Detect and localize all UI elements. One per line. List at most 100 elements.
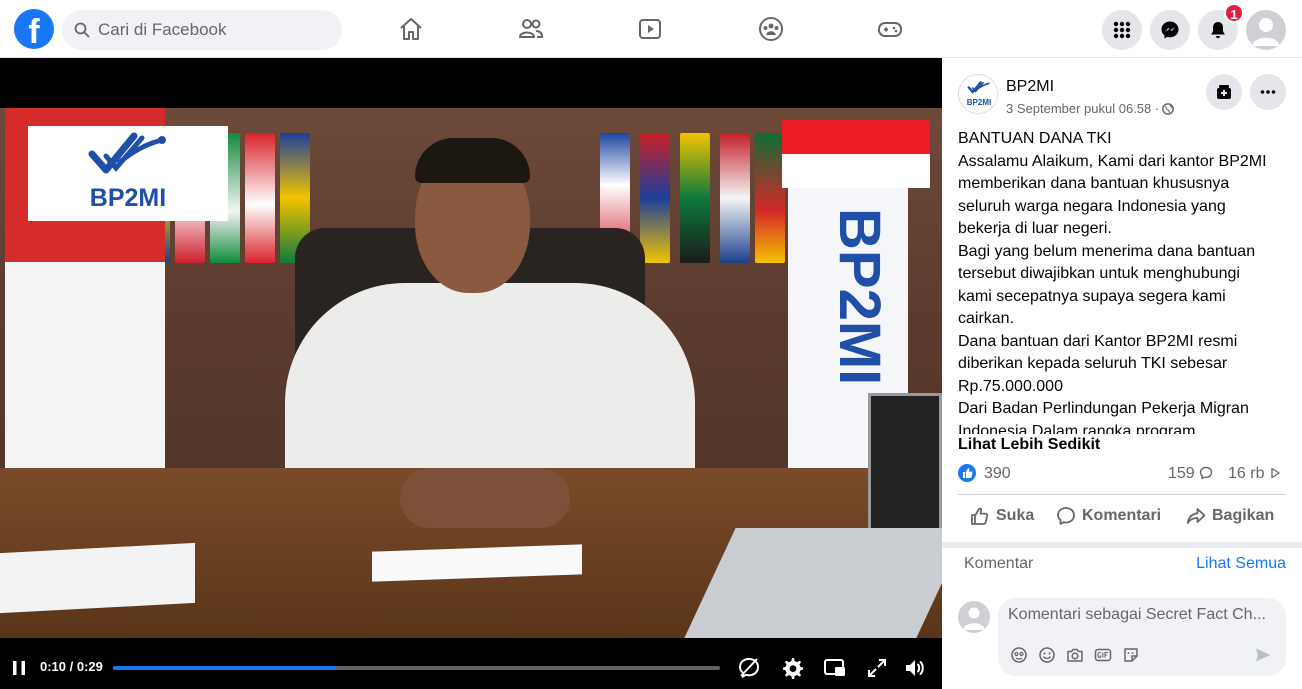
pause-icon[interactable] <box>12 660 26 676</box>
like-reaction-icon[interactable] <box>958 464 976 482</box>
share-count-icon <box>1271 467 1280 479</box>
top-navigation-bar: f Cari di Facebook 1 <box>0 0 1302 58</box>
send-comment-button[interactable] <box>1254 646 1272 664</box>
notification-badge: 1 <box>1224 3 1244 23</box>
bp2mi-logo-icon <box>88 132 166 174</box>
video-player[interactable]: BP2MI BP2MI 0:10 / 0:29 <box>0 58 942 689</box>
laptop-screen <box>868 393 942 538</box>
avatar-sticker-icon <box>1011 647 1027 663</box>
papers-stack <box>0 542 195 614</box>
comment-label: Komentari <box>1082 507 1162 524</box>
more-options-button[interactable] <box>1250 74 1286 110</box>
menu-button[interactable] <box>1102 10 1142 50</box>
commenter-avatar[interactable] <box>958 601 990 633</box>
post-panel: BP2MI BP2MI 3 September pukul 06.58 · BA… <box>942 58 1302 689</box>
post-date[interactable]: 3 September pukul 06.58 · <box>1006 101 1175 116</box>
search-input[interactable] <box>98 20 328 40</box>
share-button[interactable]: Bagikan <box>1186 506 1274 526</box>
post-text-line: BANTUAN DANA TKI <box>958 130 1112 147</box>
speaker-hair <box>415 138 530 183</box>
backdrop-flag <box>640 133 670 263</box>
comment-button[interactable]: Komentari <box>1056 506 1161 526</box>
nav-gaming[interactable] <box>860 0 920 58</box>
emoji-button[interactable] <box>1038 646 1056 664</box>
post-actions: Suka Komentari Bagikan <box>958 498 1286 538</box>
groups-icon <box>759 17 783 41</box>
default-avatar-icon <box>1252 18 1280 46</box>
gif-button[interactable] <box>1094 646 1112 664</box>
post-text-line: Bagi yang belum menerima dana bantuan te… <box>958 242 1256 328</box>
post-text-line: Dari Badan Perlindungan Pekerja Migran I… <box>958 400 1249 434</box>
nav-home[interactable] <box>381 0 441 58</box>
post-text: BANTUAN DANA TKI Assalamu Alaikum, Kami … <box>958 128 1270 434</box>
search-bar[interactable] <box>62 10 342 50</box>
share-count[interactable]: 16 rb <box>1228 465 1281 483</box>
picture-in-picture-icon <box>824 659 845 676</box>
comment-input[interactable] <box>1008 606 1278 624</box>
share-label: Bagikan <box>1212 507 1275 524</box>
photo-button[interactable] <box>1066 646 1084 664</box>
miniplayer-button[interactable] <box>823 656 847 680</box>
home-icon <box>400 18 422 40</box>
share-icon <box>1186 508 1206 524</box>
grid-menu-icon <box>1113 21 1131 39</box>
speaker-hands <box>400 468 570 528</box>
save-video-button[interactable] <box>1206 74 1242 110</box>
captions-off-icon <box>738 657 760 679</box>
reaction-count[interactable]: 390 <box>984 465 1011 483</box>
nav-watch[interactable] <box>620 0 680 58</box>
video-frame[interactable]: BP2MI BP2MI <box>0 108 942 638</box>
backdrop-flag <box>755 133 785 263</box>
video-controls: 0:10 / 0:29 <box>0 648 942 689</box>
search-icon <box>74 22 90 38</box>
profile-avatar[interactable] <box>1246 10 1286 50</box>
divider <box>958 494 1286 495</box>
backdrop-flag <box>245 133 275 263</box>
progress-fill <box>113 666 336 670</box>
globe-icon <box>1162 103 1175 115</box>
bp2mi-logo-card: BP2MI <box>28 126 228 221</box>
video-time: 0:10 / 0:29 <box>40 659 103 674</box>
messenger-icon <box>1161 21 1179 39</box>
gear-icon <box>783 658 803 679</box>
comment-count[interactable]: 159 <box>1168 465 1213 483</box>
messenger-button[interactable] <box>1150 10 1190 50</box>
comment-icon <box>1057 507 1075 525</box>
gaming-icon <box>878 22 902 37</box>
sticker-icon <box>1124 648 1138 662</box>
thumbs-up-icon <box>971 507 989 525</box>
nav-groups[interactable] <box>741 0 801 58</box>
page-avatar[interactable]: BP2MI <box>958 74 998 114</box>
volume-button[interactable] <box>903 656 927 680</box>
facebook-logo-icon[interactable]: f <box>14 9 54 49</box>
nav-friends[interactable] <box>501 0 561 58</box>
post-text-line: Assalamu Alaikum, Kami dari kantor BP2MI… <box>958 152 1267 238</box>
comment-count-text: 159 <box>1168 465 1195 482</box>
volume-icon <box>906 660 924 676</box>
share-count-text: 16 rb <box>1228 465 1265 482</box>
comment-count-icon <box>1199 466 1213 480</box>
more-dots-icon <box>1260 90 1276 94</box>
page-name[interactable]: BP2MI <box>1006 78 1054 96</box>
backdrop-flag <box>680 133 710 263</box>
fullscreen-icon <box>868 659 886 677</box>
comments-heading: Komentar <box>964 555 1034 572</box>
banner-text: BP2MI <box>827 208 892 386</box>
see-all-comments-link[interactable]: Lihat Semua <box>1196 555 1286 573</box>
camera-icon <box>1067 648 1083 662</box>
emoji-icon <box>1039 647 1055 663</box>
bell-icon <box>1211 22 1225 39</box>
bp2mi-logo-icon <box>967 81 990 94</box>
reaction-summary: 390 159 16 rb <box>958 462 1286 486</box>
like-button[interactable]: Suka <box>970 506 1034 526</box>
indonesia-flag <box>782 120 930 188</box>
sticker-button[interactable] <box>1122 646 1140 664</box>
captions-button[interactable] <box>737 656 761 680</box>
settings-button[interactable] <box>780 656 804 680</box>
like-label: Suka <box>996 507 1035 524</box>
progress-bar[interactable] <box>113 666 720 670</box>
avatar-sticker-button[interactable] <box>1010 646 1028 664</box>
fullscreen-button[interactable] <box>865 656 889 680</box>
comment-composer[interactable] <box>998 598 1286 676</box>
see-less-link[interactable]: Lihat Lebih Sedikit <box>958 436 1100 454</box>
